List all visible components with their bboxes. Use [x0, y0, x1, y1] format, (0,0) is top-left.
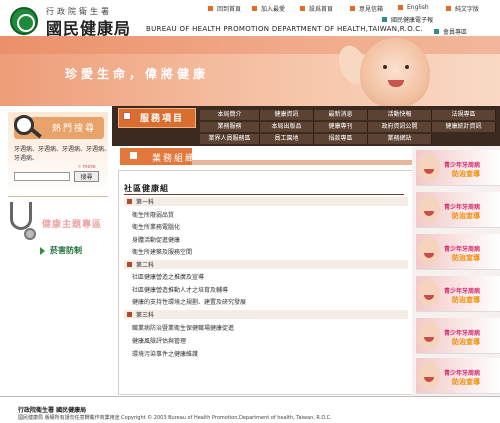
- list-item[interactable]: 健康風險評估與管理: [132, 336, 186, 345]
- search-input[interactable]: [14, 172, 70, 181]
- section-bar: [192, 160, 412, 165]
- promo-subtitle: 防治宣導: [452, 378, 480, 386]
- promo-banner[interactable]: 青少年牙周病 防治宣導: [416, 192, 500, 228]
- promo-subtitle: 防治宣導: [452, 212, 480, 220]
- banner-baby-image: [360, 38, 430, 108]
- nav-item[interactable]: 法規專區: [432, 110, 496, 120]
- promo-title: 青少年牙周病: [444, 330, 481, 337]
- promo-subtitle: 防治宣導: [452, 170, 480, 178]
- list-item[interactable]: 職業病防治暨業衛生保健職場健康促進: [132, 323, 234, 332]
- list-item[interactable]: 社區健康營造之推廣及宣導: [132, 272, 204, 281]
- child-face-icon: [418, 322, 440, 348]
- divider: [8, 196, 108, 197]
- nav-item[interactable]: 最新消息: [314, 110, 368, 120]
- section-header: 第三科: [124, 310, 408, 319]
- nav-item[interactable]: 健康專刊: [314, 122, 368, 132]
- nav-item[interactable]: 員工園地: [260, 134, 314, 144]
- baby-eye: [383, 65, 387, 69]
- text-only-link[interactable]: 純文字版: [446, 4, 479, 13]
- bullet-icon: [127, 262, 132, 267]
- add-favorite-link[interactable]: 加入最愛: [252, 4, 285, 13]
- health-topic-title: 健康主題專區: [42, 220, 103, 230]
- stethoscope-icon: [8, 200, 38, 242]
- group-underline: [124, 194, 404, 195]
- nav-item[interactable]: 健康資訊: [260, 110, 314, 120]
- list-item[interactable]: 衛生所業務電腦化: [132, 222, 180, 231]
- banner-slogan: 珍愛生命，偉將健康: [65, 67, 210, 81]
- bullet-icon: [398, 5, 403, 10]
- promo-title: 青少年牙周病: [444, 162, 481, 169]
- list-item[interactable]: 衛生所廢弱品質: [132, 210, 174, 219]
- list-item[interactable]: 衛生所建築及服務空間: [132, 247, 192, 256]
- set-homepage-link[interactable]: 設爲首頁: [300, 4, 333, 13]
- bullet-icon: [127, 312, 132, 317]
- more-link[interactable]: » more: [78, 164, 96, 170]
- promo-banner[interactable]: 青少年牙周病 防治宣導: [416, 318, 500, 354]
- bullet-icon: [252, 6, 257, 11]
- footer-title: 行政院衛生署 國民健康局: [18, 407, 87, 414]
- child-face-icon: [418, 154, 440, 180]
- section-tab-title: 業務組織: [152, 154, 197, 164]
- bullet-icon: [446, 6, 451, 11]
- promo-title: 青少年牙周病: [444, 246, 481, 253]
- baby-eye: [405, 65, 409, 69]
- nav-item[interactable]: 業界人員服務區: [200, 134, 260, 144]
- child-face-icon: [418, 362, 440, 388]
- promo-subtitle: 防治宣導: [452, 338, 480, 346]
- nav-item[interactable]: 本局簡介: [200, 110, 260, 120]
- section-header: 第一科: [124, 197, 408, 206]
- promo-subtitle: 防治宣導: [452, 296, 480, 304]
- banner-stripe: [0, 36, 500, 54]
- footer-copyright: 國民健康局 版權所有請勿任意轉載作商業用途 Copyright © 2003 B…: [18, 415, 332, 421]
- section-header: 第二科: [124, 260, 408, 269]
- tobacco-control-link[interactable]: 菸害防制: [40, 245, 82, 256]
- square-icon: [130, 152, 137, 159]
- search-button[interactable]: 搜尋: [74, 171, 99, 182]
- nav-item[interactable]: 捐款專區: [314, 134, 368, 144]
- e-newsletter-link[interactable]: 國民健康電子報: [382, 15, 467, 24]
- nav-item[interactable]: 業務網站: [368, 134, 432, 144]
- promo-banner[interactable]: 青少年牙周病 防治宣導: [416, 358, 500, 394]
- arrow-icon: [40, 246, 45, 255]
- promo-banner[interactable]: 青少年牙周病 防治宣導: [416, 234, 500, 270]
- home-link[interactable]: 回到首頁: [208, 4, 241, 13]
- child-face-icon: [418, 196, 440, 222]
- bullet-icon: [434, 29, 439, 34]
- bullet-icon: [127, 199, 132, 204]
- promo-title: 青少年牙周病: [444, 204, 481, 211]
- promo-banner[interactable]: 青少年牙周病 防治宣導: [416, 150, 500, 186]
- english-link[interactable]: English: [398, 4, 429, 11]
- list-item[interactable]: 環境污染事件之健康維護: [132, 349, 198, 358]
- footer-divider: [0, 396, 500, 397]
- list-item[interactable]: 身體活動促進健康: [132, 235, 180, 244]
- bullet-icon: [208, 6, 213, 11]
- search-title: 熱門搜尋: [52, 124, 97, 134]
- nav-item[interactable]: 健康統計資訊: [432, 122, 496, 132]
- service-title: 服務項目: [140, 114, 185, 124]
- square-icon: [123, 112, 131, 120]
- group-title: 社區健康組: [124, 184, 169, 193]
- child-face-icon: [418, 280, 440, 306]
- nav-item[interactable]: 本局出版品: [260, 122, 314, 132]
- bullet-icon: [382, 17, 387, 22]
- bureau-logo[interactable]: [10, 7, 38, 35]
- hot-words[interactable]: 牙週病、牙週病、牙週病、牙週病、牙週病、: [14, 145, 110, 163]
- promo-title: 青少年牙周病: [444, 370, 481, 377]
- bullet-icon: [300, 6, 305, 11]
- nav-item[interactable]: 政府資訊公開: [368, 122, 432, 132]
- nav-item[interactable]: 業務服務: [200, 122, 260, 132]
- promo-title: 青少年牙周病: [444, 288, 481, 295]
- feedback-link[interactable]: 意見信箱: [350, 4, 383, 13]
- promo-subtitle: 防治宣導: [452, 254, 480, 262]
- child-face-icon: [418, 238, 440, 264]
- member-area-link[interactable]: 會員專區: [434, 27, 467, 36]
- list-item[interactable]: 健康的支持性環境之規劃、建置及研究發展: [132, 297, 246, 306]
- nav-item[interactable]: 活動快報: [368, 110, 432, 120]
- bullet-icon: [350, 6, 355, 11]
- promo-banner[interactable]: 青少年牙周病 防治宣導: [416, 276, 500, 312]
- list-item[interactable]: 社區健康營造推動人才之培育及輔導: [132, 285, 228, 294]
